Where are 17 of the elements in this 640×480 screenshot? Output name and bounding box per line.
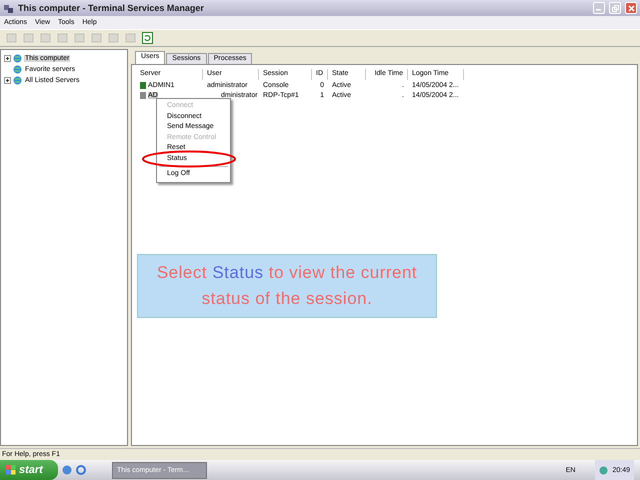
globe-icon xyxy=(13,64,22,74)
globe-icon xyxy=(13,76,22,84)
close-button[interactable] xyxy=(625,2,637,14)
app-icon xyxy=(3,2,14,14)
expand-icon[interactable] xyxy=(4,76,11,84)
refresh-icon[interactable] xyxy=(142,32,152,44)
minimize-button[interactable] xyxy=(593,2,605,14)
caption: Select Status to view the current status of the session. xyxy=(137,254,437,318)
expand-icon[interactable] xyxy=(4,54,11,62)
window-title: This computer - Terminal Services Manager xyxy=(18,3,205,13)
app-icon[interactable] xyxy=(62,465,72,475)
globe-icon xyxy=(13,54,22,62)
restore-button[interactable] xyxy=(609,2,621,14)
close-icon xyxy=(628,4,634,12)
browser-icon[interactable] xyxy=(76,465,86,475)
restore-icon xyxy=(612,4,618,12)
flag-icon xyxy=(6,465,16,475)
